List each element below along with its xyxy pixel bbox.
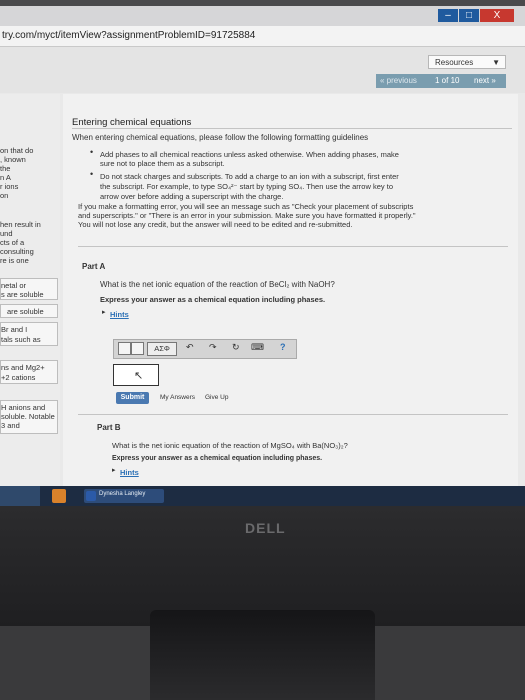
part-a-question: What is the net ionic equation of the re… bbox=[100, 280, 335, 289]
sidebar-line: soluble. Notable bbox=[1, 412, 55, 421]
guideline-text: Add phases to all chemical reactions unl… bbox=[100, 150, 399, 159]
sidebar-panel: on that do , known the n A r ions on hen… bbox=[0, 94, 60, 494]
monitor-stand bbox=[150, 610, 375, 700]
guideline-text: If you make a formatting error, you will… bbox=[78, 202, 414, 211]
dell-logo: DELL bbox=[245, 520, 286, 536]
sidebar-line: n A bbox=[0, 173, 11, 182]
resources-label: Resources bbox=[435, 58, 474, 67]
intro-text: When entering chemical equations, please… bbox=[72, 133, 369, 142]
section-heading: Entering chemical equations bbox=[72, 117, 192, 128]
sidebar-line: ns and Mg2+ bbox=[1, 363, 45, 372]
part-b-label: Part B bbox=[97, 423, 121, 432]
url-text: try.com/myct/itemView?assignmentProblemI… bbox=[2, 30, 256, 41]
sidebar-line: are soluble bbox=[7, 307, 44, 316]
word-task-label: Dynesha Langley bbox=[99, 491, 146, 497]
bullet-icon: • bbox=[90, 169, 94, 179]
cursor-icon: ↖ bbox=[134, 370, 144, 382]
sidebar-line: on that do bbox=[0, 146, 34, 155]
powerpoint-icon[interactable] bbox=[52, 489, 66, 503]
guideline-text: arrow over before adding a superscript w… bbox=[100, 192, 284, 201]
sidebar-line: the bbox=[0, 164, 11, 173]
sidebar-line: , known bbox=[0, 155, 26, 164]
triangle-right-icon: ▸ bbox=[112, 467, 116, 474]
guideline-text: the subscript. For example, to type SO₄²… bbox=[100, 182, 393, 191]
divider bbox=[72, 128, 512, 129]
sidebar-line: on bbox=[0, 191, 9, 200]
redo-icon[interactable]: ↷ bbox=[209, 342, 217, 353]
sidebar-line: Br and I bbox=[1, 325, 28, 334]
sidebar-line: re is one bbox=[0, 256, 29, 265]
hints-link[interactable]: Hints bbox=[110, 310, 129, 319]
keyboard-icon[interactable]: ⌨ bbox=[251, 342, 264, 353]
solubility-rule-box: are soluble bbox=[0, 304, 58, 318]
part-a-instruction: Express your answer as a chemical equati… bbox=[100, 295, 326, 304]
maximize-button[interactable]: □ bbox=[459, 9, 479, 22]
my-answers-link[interactable]: My Answers bbox=[160, 394, 195, 401]
superscript-template-icon[interactable] bbox=[131, 342, 144, 355]
chevron-down-icon: ▼ bbox=[492, 58, 500, 67]
triangle-right-icon: ▸ bbox=[102, 309, 106, 316]
part-b-question: What is the net ionic equation of the re… bbox=[112, 441, 348, 450]
solubility-rule-box: H anions and soluble. Notable 3 and bbox=[0, 400, 58, 434]
guideline-text: You will not lose any credit, but the an… bbox=[78, 220, 353, 229]
close-button[interactable]: X bbox=[480, 9, 514, 22]
reset-icon[interactable]: ↻ bbox=[232, 342, 240, 353]
start-button[interactable] bbox=[0, 486, 40, 506]
sidebar-line: +2 cations bbox=[1, 373, 36, 382]
sidebar-line: r ions bbox=[0, 182, 19, 191]
problem-position: 1 of 10 bbox=[435, 76, 460, 85]
part-b-hints-link[interactable]: Hints bbox=[120, 468, 139, 477]
windows-taskbar bbox=[0, 486, 525, 506]
next-link[interactable]: next » bbox=[474, 76, 496, 85]
guideline-text: Do not stack charges and subscripts. To … bbox=[100, 172, 399, 181]
sidebar-line: netal or bbox=[1, 281, 27, 290]
sidebar-line: tals such as bbox=[1, 335, 41, 344]
submit-button[interactable]: Submit bbox=[116, 392, 149, 404]
guideline-text: and superscripts." or "There is an error… bbox=[78, 211, 416, 220]
address-bar[interactable]: try.com/myct/itemView?assignmentProblemI… bbox=[0, 26, 525, 47]
word-icon bbox=[86, 491, 96, 501]
help-icon[interactable]: ? bbox=[280, 342, 286, 352]
sidebar-line: consulting bbox=[0, 247, 34, 256]
give-up-link[interactable]: Give Up bbox=[205, 394, 228, 401]
bullet-icon: • bbox=[90, 147, 94, 157]
minimize-button[interactable]: – bbox=[438, 9, 458, 22]
resources-dropdown[interactable]: Resources ▼ bbox=[428, 55, 506, 69]
divider bbox=[78, 414, 508, 415]
browser-titlebar: – □ X bbox=[0, 6, 525, 26]
solubility-rule-box: ns and Mg2+ +2 cations bbox=[0, 360, 58, 384]
guideline-text: sure not to place them as a subscript. bbox=[100, 159, 225, 168]
sidebar-line: 3 and bbox=[1, 421, 20, 430]
previous-link[interactable]: « previous bbox=[380, 76, 417, 85]
solubility-rule-box: Br and I tals such as bbox=[0, 322, 58, 346]
sidebar-line: cts of a bbox=[0, 238, 25, 247]
sidebar-line: s are soluble bbox=[1, 290, 44, 299]
part-a-label: Part A bbox=[82, 262, 106, 271]
sidebar-line: und bbox=[0, 229, 13, 238]
monitor-screen: – □ X try.com/myct/itemView?assignmentPr… bbox=[0, 6, 525, 506]
part-b-instruction: Express your answer as a chemical equati… bbox=[112, 455, 323, 462]
greek-symbols-button[interactable]: ΑΣΦ bbox=[147, 342, 177, 356]
solubility-rule-box: netal or s are soluble bbox=[0, 278, 58, 300]
undo-icon[interactable]: ↶ bbox=[186, 342, 194, 353]
divider bbox=[78, 246, 508, 247]
sidebar-line: H anions and bbox=[1, 403, 46, 412]
sidebar-line: hen result in bbox=[0, 220, 41, 229]
template-icon[interactable] bbox=[118, 342, 131, 355]
